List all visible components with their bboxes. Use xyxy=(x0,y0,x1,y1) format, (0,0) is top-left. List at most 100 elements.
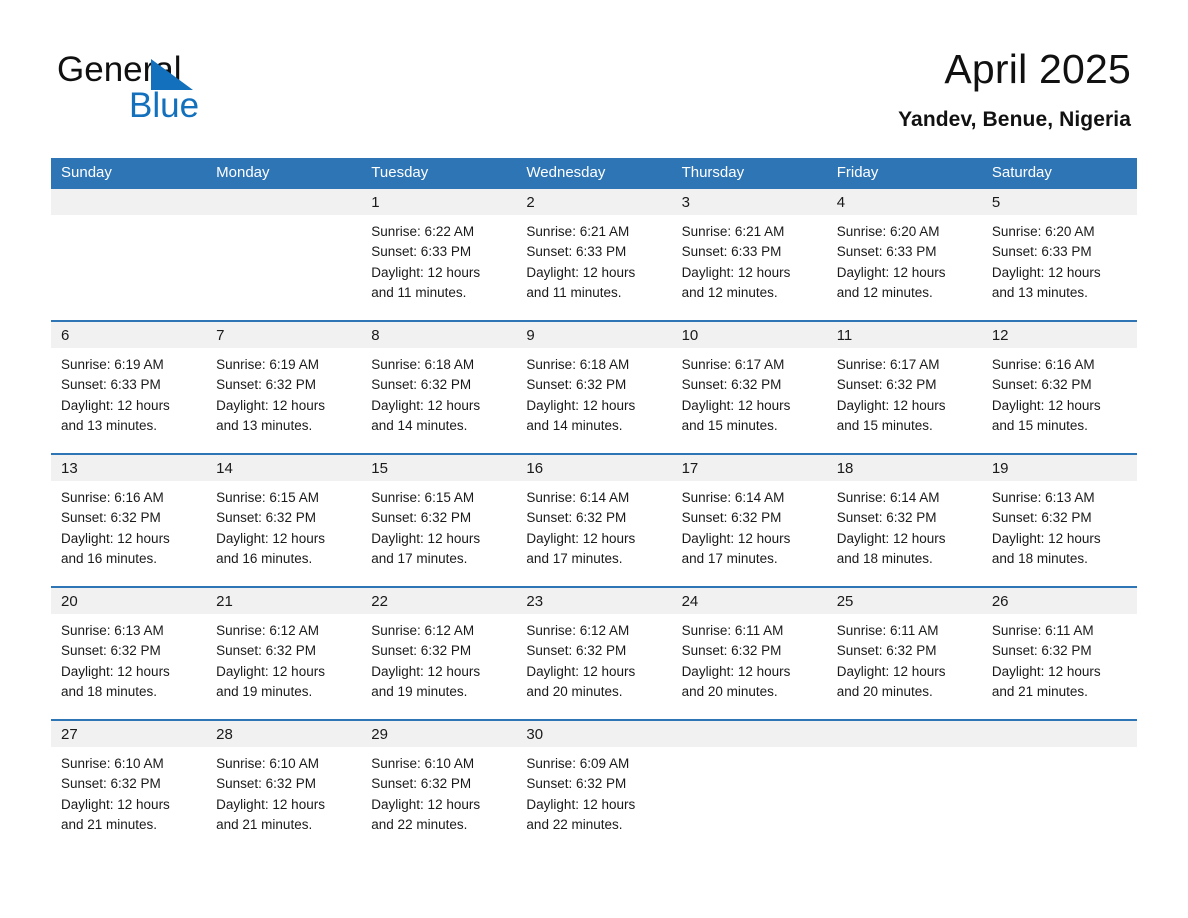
calendar-day-cell[interactable]: 10 Sunrise: 6:17 AM Sunset: 6:32 PM Dayligh… xyxy=(671,322,827,453)
calendar-day-cell[interactable]: 21 Sunrise: 6:12 AM Sunset: 6:32 PM Dayligh… xyxy=(206,588,362,719)
page-header: General Blue April 2025 Yandev, Benue, N… xyxy=(0,0,1188,155)
calendar-day-cell[interactable]: 22 Sunrise: 6:12 AM Sunset: 6:32 PM Dayligh… xyxy=(361,588,517,719)
calendar-week-row: 1 Sunrise: 6:22 AM Sunset: 6:33 PM Daylight… xyxy=(51,187,1137,320)
weekday-header-thursday: Thursday xyxy=(681,164,745,181)
daylight-text: Daylight: 12 hours and 21 minutes. xyxy=(216,796,325,832)
sunrise-text: Sunrise: 6:16 AM xyxy=(991,357,1095,372)
calendar-day-cell[interactable]: 18 Sunrise: 6:14 AM Sunset: 6:32 PM Dayligh… xyxy=(826,455,982,586)
sunset-text: Sunset: 6:33 PM xyxy=(371,244,472,260)
day-sun-info: Sunrise: 6:11 AM Sunset: 6:32 PM Daylight:… xyxy=(827,614,982,702)
generalblue-logo[interactable]: General Blue xyxy=(57,50,357,130)
calendar-day-cell-empty xyxy=(51,189,207,320)
calendar-day-cell-empty xyxy=(671,721,827,852)
sunset-text: Sunset: 6:32 PM xyxy=(216,510,316,526)
sunrise-text: Sunrise: 6:11 AM xyxy=(836,623,939,638)
calendar-day-cell[interactable]: 8 Sunrise: 6:18 AM Sunset: 6:32 PM Daylight… xyxy=(361,322,517,453)
day-sun-info: Sunrise: 6:16 AM Sunset: 6:32 PM Daylight:… xyxy=(982,348,1137,436)
daylight-text: Daylight: 12 hours and 11 minutes. xyxy=(371,264,481,300)
calendar-day-cell[interactable]: 15 Sunrise: 6:15 AM Sunset: 6:32 PM Dayligh… xyxy=(361,455,517,586)
calendar-week-row: 27 Sunrise: 6:10 AM Sunset: 6:32 PM Dayligh… xyxy=(51,719,1137,852)
day-number: 1 xyxy=(361,189,517,215)
day-sun-info: Sunrise: 6:11 AM Sunset: 6:32 PM Daylight:… xyxy=(672,614,827,702)
calendar-day-cell[interactable]: 6 Sunrise: 6:19 AM Sunset: 6:33 PM Daylight… xyxy=(51,322,207,453)
day-sun-info: Sunrise: 6:20 AM Sunset: 6:33 PM Daylight:… xyxy=(982,215,1137,303)
sunset-text: Sunset: 6:32 PM xyxy=(371,377,472,393)
day-number: 20 xyxy=(51,588,207,614)
calendar-day-cell[interactable]: 5 Sunrise: 6:20 AM Sunset: 6:33 PM Daylight… xyxy=(981,189,1137,320)
calendar-day-cell[interactable]: 14 Sunrise: 6:15 AM Sunset: 6:32 PM Dayligh… xyxy=(206,455,362,586)
sunrise-text: Sunrise: 6:18 AM xyxy=(371,357,475,372)
sunset-text: Sunset: 6:32 PM xyxy=(836,377,937,393)
day-number: 23 xyxy=(516,588,672,614)
day-number: 16 xyxy=(516,455,672,481)
day-number: 25 xyxy=(826,588,982,614)
sunrise-text: Sunrise: 6:10 AM xyxy=(371,756,475,771)
daylight-text: Daylight: 12 hours and 20 minutes. xyxy=(681,663,791,699)
calendar-day-cell[interactable]: 29 Sunrise: 6:10 AM Sunset: 6:32 PM Dayligh… xyxy=(361,721,517,852)
daylight-text: Daylight: 12 hours and 13 minutes. xyxy=(216,397,325,433)
day-sun-info: Sunrise: 6:12 AM Sunset: 6:32 PM Daylight:… xyxy=(361,614,516,702)
day-number: 21 xyxy=(206,588,362,614)
calendar-weeks: 1 Sunrise: 6:22 AM Sunset: 6:33 PM Daylight… xyxy=(51,187,1137,852)
calendar-day-cell-empty xyxy=(826,721,982,852)
calendar-day-cell[interactable]: 17 Sunrise: 6:14 AM Sunset: 6:32 PM Dayligh… xyxy=(671,455,827,586)
calendar-day-cell[interactable]: 12 Sunrise: 6:16 AM Sunset: 6:32 PM Dayligh… xyxy=(981,322,1137,453)
sunrise-text: Sunrise: 6:14 AM xyxy=(681,490,785,505)
sunset-text: Sunset: 6:32 PM xyxy=(991,643,1092,659)
sunrise-text: Sunrise: 6:14 AM xyxy=(836,490,940,505)
day-sun-info: Sunrise: 6:19 AM Sunset: 6:32 PM Daylight:… xyxy=(206,348,361,436)
calendar-day-cell[interactable]: 1 Sunrise: 6:22 AM Sunset: 6:33 PM Daylight… xyxy=(361,189,517,320)
calendar-day-cell[interactable]: 20 Sunrise: 6:13 AM Sunset: 6:32 PM Dayligh… xyxy=(51,588,207,719)
daylight-text: Daylight: 12 hours and 19 minutes. xyxy=(216,663,325,699)
calendar-day-cell[interactable]: 3 Sunrise: 6:21 AM Sunset: 6:33 PM Daylight… xyxy=(671,189,827,320)
day-number: 24 xyxy=(671,588,827,614)
calendar-day-cell[interactable]: 19 Sunrise: 6:13 AM Sunset: 6:32 PM Dayligh… xyxy=(981,455,1137,586)
weekday-header-wednesday: Wednesday xyxy=(526,164,606,181)
calendar-day-cell[interactable]: 13 Sunrise: 6:16 AM Sunset: 6:32 PM Dayligh… xyxy=(51,455,207,586)
calendar-day-cell[interactable]: 26 Sunrise: 6:11 AM Sunset: 6:32 PM Dayligh… xyxy=(981,588,1137,719)
daylight-text: Daylight: 12 hours and 15 minutes. xyxy=(991,397,1101,433)
weekday-header-saturday: Saturday xyxy=(991,164,1052,181)
calendar-day-cell[interactable]: 25 Sunrise: 6:11 AM Sunset: 6:32 PM Dayligh… xyxy=(826,588,982,719)
calendar-day-cell[interactable]: 16 Sunrise: 6:14 AM Sunset: 6:32 PM Dayligh… xyxy=(516,455,672,586)
day-number: 6 xyxy=(51,322,207,348)
sunset-text: Sunset: 6:33 PM xyxy=(526,244,627,260)
calendar-day-cell[interactable]: 27 Sunrise: 6:10 AM Sunset: 6:32 PM Dayligh… xyxy=(51,721,207,852)
calendar-week-row: 6 Sunrise: 6:19 AM Sunset: 6:33 PM Daylight… xyxy=(51,320,1137,453)
calendar-day-cell[interactable]: 11 Sunrise: 6:17 AM Sunset: 6:32 PM Dayligh… xyxy=(826,322,982,453)
day-number: 7 xyxy=(206,322,362,348)
sunrise-text: Sunrise: 6:12 AM xyxy=(371,623,475,638)
calendar-day-cell[interactable]: 30 Sunrise: 6:09 AM Sunset: 6:32 PM Dayligh… xyxy=(516,721,672,852)
sunset-text: Sunset: 6:32 PM xyxy=(371,643,472,659)
daylight-text: Daylight: 12 hours and 22 minutes. xyxy=(371,796,481,832)
daylight-text: Daylight: 12 hours and 14 minutes. xyxy=(526,397,636,433)
day-number: 3 xyxy=(671,189,827,215)
calendar-day-cell[interactable]: 9 Sunrise: 6:18 AM Sunset: 6:32 PM Daylight… xyxy=(516,322,672,453)
sunset-text: Sunset: 6:32 PM xyxy=(371,776,472,792)
daylight-text: Daylight: 12 hours and 12 minutes. xyxy=(836,264,946,300)
sunset-text: Sunset: 6:32 PM xyxy=(216,377,316,393)
calendar-day-cell[interactable]: 4 Sunrise: 6:20 AM Sunset: 6:33 PM Daylight… xyxy=(826,189,982,320)
daylight-text: Daylight: 12 hours and 20 minutes. xyxy=(836,663,946,699)
daylight-text: Daylight: 12 hours and 17 minutes. xyxy=(526,530,636,566)
calendar-day-cell[interactable]: 24 Sunrise: 6:11 AM Sunset: 6:32 PM Dayligh… xyxy=(671,588,827,719)
sunset-text: Sunset: 6:32 PM xyxy=(526,643,627,659)
calendar-day-cell[interactable]: 7 Sunrise: 6:19 AM Sunset: 6:32 PM Daylight… xyxy=(206,322,362,453)
sunset-text: Sunset: 6:32 PM xyxy=(681,377,782,393)
sunset-text: Sunset: 6:32 PM xyxy=(61,643,161,659)
day-sun-info: Sunrise: 6:15 AM Sunset: 6:32 PM Daylight:… xyxy=(206,481,361,569)
calendar-day-cell[interactable]: 2 Sunrise: 6:21 AM Sunset: 6:33 PM Daylight… xyxy=(516,189,672,320)
sunset-text: Sunset: 6:32 PM xyxy=(991,377,1092,393)
day-number xyxy=(981,721,1137,747)
day-sun-info: Sunrise: 6:10 AM Sunset: 6:32 PM Daylight:… xyxy=(51,747,206,835)
sunrise-text: Sunrise: 6:15 AM xyxy=(216,490,319,505)
daylight-text: Daylight: 12 hours and 18 minutes. xyxy=(991,530,1101,566)
day-number xyxy=(671,721,827,747)
calendar-day-cell-empty xyxy=(981,721,1137,852)
day-sun-info: Sunrise: 6:13 AM Sunset: 6:32 PM Daylight:… xyxy=(51,614,206,702)
day-number: 30 xyxy=(516,721,672,747)
sunset-text: Sunset: 6:32 PM xyxy=(371,510,472,526)
calendar-day-cell[interactable]: 28 Sunrise: 6:10 AM Sunset: 6:32 PM Dayligh… xyxy=(206,721,362,852)
calendar-day-cell[interactable]: 23 Sunrise: 6:12 AM Sunset: 6:32 PM Dayligh… xyxy=(516,588,672,719)
day-sun-info: Sunrise: 6:14 AM Sunset: 6:32 PM Daylight:… xyxy=(516,481,671,569)
